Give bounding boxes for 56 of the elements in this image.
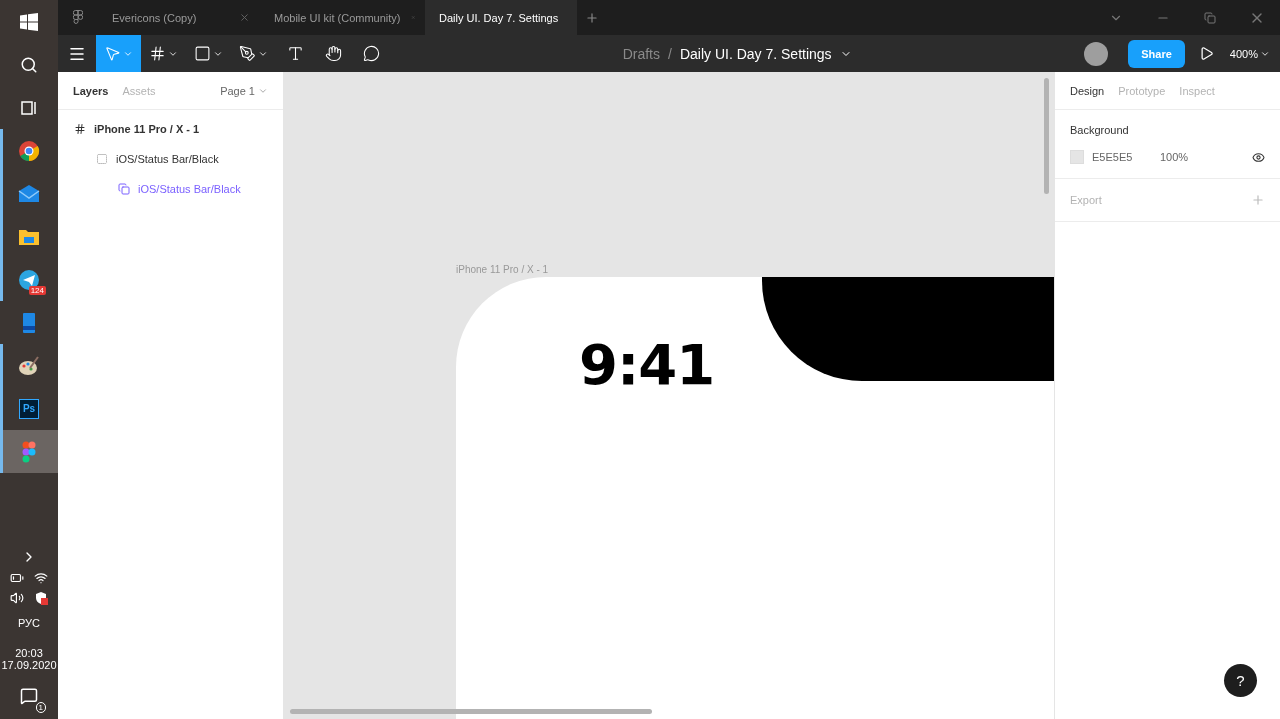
notification-count: 1 [35,702,46,713]
scrollbar[interactable] [1044,78,1049,194]
file-tab[interactable]: Evericons (Copy) [98,0,260,35]
pen-icon [239,45,256,62]
layer-item[interactable]: iPhone 11 Pro / X - 1 [58,114,283,144]
section-title: Background [1070,124,1130,136]
windows-logo-icon[interactable] [20,12,38,31]
file-name[interactable]: Daily UI. Day 7. Settings [679,45,832,62]
notifications-icon[interactable] [20,687,38,705]
play-icon[interactable] [1198,46,1214,61]
paint-palette-icon [18,354,40,377]
hand-icon [324,45,342,62]
dashed-square-icon [96,153,108,165]
breadcrumb-separator: / [668,45,672,62]
shield-icon[interactable] [34,591,48,605]
page-dropdown[interactable]: Page 1 [220,84,268,97]
frame-icon [74,123,86,135]
component-instance-icon [118,183,130,195]
wifi-icon[interactable] [34,571,48,585]
text-icon [286,45,304,62]
figma-outline-icon[interactable] [73,10,83,25]
rectangle-icon [194,45,211,62]
scrollbar[interactable] [290,709,652,714]
frame-icon [149,45,166,62]
clock-time[interactable]: 20:03 [15,647,43,659]
opacity-value[interactable]: 100% [1160,151,1189,163]
photoshop-icon: Ps [19,398,39,419]
panel-tab[interactable]: Layers [73,84,109,97]
file-tab[interactable]: Mobile UI kit (Community) [260,0,425,35]
hex-value[interactable]: E5E5E5 [1092,151,1152,163]
section-title: Export [1070,194,1102,206]
unread-count: 124 [28,286,46,295]
speaker-icon[interactable] [10,591,24,605]
search-icon[interactable] [20,55,38,74]
restore-icon[interactable] [1203,11,1216,24]
pointer-icon [104,45,121,62]
comment-icon [362,45,380,62]
battery-icon[interactable] [10,571,24,585]
layer-item[interactable]: iOS/Status Bar/Black [58,144,283,174]
clock-date[interactable]: 17.09.2020 [1,659,57,671]
task-view-icon[interactable] [20,98,38,117]
avatar[interactable] [1084,41,1109,66]
envelope-icon [18,182,40,205]
status-time: 9:41 [579,332,715,397]
layer-item[interactable]: iOS/Status Bar/Black [58,174,283,204]
help-button[interactable]: ? [1224,664,1257,697]
eye-icon[interactable] [1252,150,1265,164]
panel-tab[interactable]: Design [1070,84,1105,97]
chrome-browser-icon [18,139,40,162]
zoom-dropdown[interactable]: 400% [1229,47,1270,60]
folder-link[interactable]: Drafts [622,45,660,62]
file-tab[interactable]: Daily UI. Day 7. Settings [425,0,577,35]
color-swatch[interactable] [1070,150,1084,164]
new-tab-icon[interactable] [585,10,599,25]
language-indicator[interactable]: РУС [18,617,40,629]
close-icon[interactable] [239,12,250,23]
